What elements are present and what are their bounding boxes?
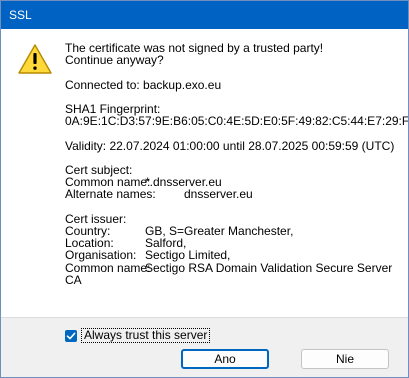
always-trust-label[interactable]: Always trust this server	[81, 328, 211, 343]
fingerprint-value: 0A:9E:1C:D3:57:9E:B6:05:C0:4E:5D:E0:5F:4…	[65, 114, 409, 129]
title-bar[interactable]: SSL	[1, 1, 408, 29]
certificate-message: The certificate was not signed by a trus…	[65, 42, 409, 287]
connected-to: Connected to: backup.exo.eu	[65, 77, 222, 92]
validity: Validity: 22.07.2024 01:00:00 until 28.0…	[65, 138, 395, 153]
warning-triangle-icon	[18, 44, 52, 74]
ssl-dialog: SSL The certificate was not signed by a …	[0, 0, 409, 378]
issuer-organisation-value: Sectigo Limited,	[145, 248, 231, 263]
always-trust-checkbox[interactable]: Always trust this server	[65, 328, 211, 343]
issuer-country-row: Country: GB, S=Greater Manchester,	[65, 225, 402, 237]
window-title: SSL	[9, 8, 32, 22]
subject-alt-names-label: Alternate names:	[65, 187, 156, 202]
dialog-footer: Always trust this server Ano Nie	[1, 317, 408, 377]
yes-button[interactable]: Ano	[181, 349, 269, 369]
issuer-organisation-label: Organisation:	[65, 248, 137, 263]
issuer-common-name-row: Common name: Sectigo RSA Domain Validati…	[65, 260, 402, 275]
subject-alt-names-row: Alternate names: dnsserver.eu	[65, 188, 402, 200]
no-button[interactable]: Nie	[301, 349, 389, 369]
subject-alt-names-value: dnsserver.eu	[184, 187, 253, 202]
issuer-common-name-label: Common name:	[65, 260, 151, 275]
dialog-content: The certificate was not signed by a trus…	[1, 29, 408, 317]
checkmark-icon	[66, 332, 76, 339]
continue-question: Continue anyway?	[65, 53, 164, 68]
issuer-organisation-row: Organisation: Sectigo Limited,	[65, 249, 402, 261]
issuer-common-name-value: Sectigo RSA Domain Validation Secure Ser…	[145, 260, 393, 275]
issuer-common-name-continued: CA	[65, 272, 82, 287]
checkbox-box[interactable]	[65, 329, 77, 342]
